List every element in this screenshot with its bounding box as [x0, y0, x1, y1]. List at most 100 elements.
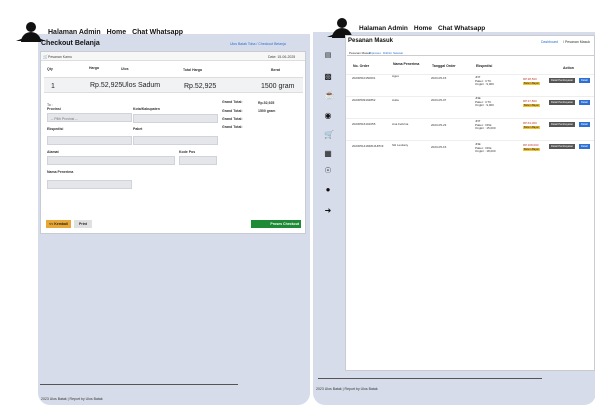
tab-selesai[interactable]: Selesai	[393, 51, 403, 55]
nav-admin-link[interactable]: Halaman Admin	[48, 29, 101, 36]
alamat-label: Alamat	[47, 150, 59, 154]
detail-button[interactable]: Detail	[579, 144, 590, 149]
grand-total-weight: 1500 gram	[258, 109, 276, 113]
nav-admin-link[interactable]: Halaman Admin	[359, 25, 408, 32]
row-no-order: 20230510150601	[352, 76, 376, 80]
table-row: 20230514184810UPDF Siti Lestiany 2023-05…	[346, 140, 594, 162]
nama-penerima-label: Nama Penerima	[47, 170, 74, 174]
page-title: Checkout Belanja	[41, 40, 100, 47]
dashboard-icon[interactable]: ▤	[324, 52, 332, 60]
row-ulos: Ulos Sadum	[122, 82, 161, 89]
row-no-order: 20230516191055	[352, 122, 376, 126]
breadcrumb-dashboard[interactable]: Dashboard	[541, 40, 558, 44]
detail-button[interactable]: Detail	[579, 100, 590, 105]
basket-icon[interactable]: ☕	[324, 91, 335, 100]
kodepos-input[interactable]	[179, 156, 217, 165]
grand-total-label-1: Grand Total:	[222, 100, 243, 104]
grand-total-label-4: Grand Total:	[222, 125, 243, 129]
row-ekspedisi: JNE Paket : CTC Ongkir : 9,000	[475, 96, 494, 108]
nama-penerima-input[interactable]	[47, 180, 132, 189]
right-footer: 2023 Ulos Batak | Report by Ulos Batak	[316, 387, 378, 391]
status-badge: Belum Bayar	[523, 104, 540, 107]
order-label: Pesanan Kamu	[48, 55, 72, 59]
row-no-order: 20230514184810UPDF	[352, 144, 384, 148]
tab-pesanan-masuk[interactable]: Pesanan Masuk	[349, 51, 371, 55]
row-nama: Agus	[392, 74, 399, 78]
kota-select[interactable]	[133, 114, 218, 123]
grand-total-label-3: Grand Total:	[222, 117, 243, 121]
table-row: 20230510150601 Agus 2023-05-15 JNT Paket…	[346, 74, 594, 96]
breadcrumb[interactable]: Ulos Batak Toba / Checkout Belanja	[230, 42, 286, 46]
row-nama: Aulia	[392, 98, 399, 102]
user-settings-icon[interactable]: ☉	[324, 167, 332, 175]
nav-chat-link[interactable]: Chat Whatsapp	[132, 29, 183, 36]
row-no-order: 20230509192852	[352, 98, 376, 102]
row-total: Rp.52,925	[184, 83, 217, 90]
filter-tabs: Pesanan Masuk Diproses Dikirim Selesai	[347, 50, 594, 56]
nav-home-link[interactable]: Home	[107, 29, 126, 36]
alamat-input[interactable]	[47, 156, 175, 165]
table-row: 1 Rp.52,925 Ulos Sadum Rp.52,925 1500 gr…	[44, 77, 303, 93]
page-title: Pesanan Masuk	[348, 38, 394, 44]
checkout-card: 🛒 Pesanan Kamu Date: 15-06-2025 Qty Harg…	[40, 51, 306, 234]
detail-pembayaran-button[interactable]: Detail Pembayaran	[549, 144, 576, 149]
col-total: Total Harga	[183, 68, 202, 72]
users-icon[interactable]: ●	[324, 186, 332, 194]
grand-total-label-2: Grand Total:	[222, 109, 243, 113]
status-badge: Belum Bayar	[523, 148, 540, 151]
nav-home-link[interactable]: Home	[414, 25, 432, 32]
grid-icon[interactable]: ▦	[324, 150, 332, 158]
detail-pembayaran-button[interactable]: Detail Pembayaran	[549, 100, 576, 105]
row-ekspedisi: JNT Paket : CTC Ongkir : 9,000	[475, 75, 494, 87]
ekspedisi-label: Ekspedisi	[47, 127, 64, 131]
kembali-button[interactable]: << Kembali	[46, 220, 71, 228]
row-tanggal: 2023-05-15	[431, 145, 447, 149]
nav-chat-link[interactable]: Chat Whatsapp	[438, 25, 485, 32]
row-nama: Siti Lestiany	[392, 143, 409, 147]
detail-pembayaran-button[interactable]: Detail Pembayaran	[549, 78, 576, 83]
breadcrumb-current: / Pesanan Masuk	[563, 40, 591, 44]
tab-dikirim[interactable]: Dikirim	[383, 51, 392, 55]
row-tanggal: 2023-05-07	[431, 98, 447, 102]
right-footer-line	[318, 378, 542, 379]
logout-icon[interactable]: ➜	[324, 207, 332, 215]
provinsi-value: -- Pilih Provinsi --	[51, 116, 78, 121]
col-action: Action	[563, 66, 574, 70]
left-footer: 2023 Ulos Batak | Report by Ulos Batak	[41, 397, 103, 401]
grand-total-price: Rp.52,925	[258, 101, 275, 105]
proses-checkout-button[interactable]: Proses Checkout	[251, 220, 301, 228]
status-badge: Belum Bayar	[523, 126, 540, 129]
col-harga: Harga	[89, 66, 99, 70]
left-footer-line	[40, 384, 238, 385]
table-row: 20230516191055 Ana Febrina 2023-05-23 JN…	[346, 118, 594, 140]
order-date: Date: 15-06-2025	[268, 55, 296, 59]
clipboard-icon[interactable]: ▩	[324, 73, 332, 81]
row-berat: 1500 gram	[261, 83, 295, 90]
row-harga: Rp.52,925	[90, 82, 123, 89]
row-ekspedisi: JNT Paket : OKE Ongkir : 15,000	[475, 119, 496, 131]
kodepos-label: Kode Pos	[179, 150, 196, 154]
camera-icon[interactable]: ◉	[324, 112, 332, 120]
row-tanggal: 2023-05-23	[431, 123, 447, 127]
table-row: 20230509192852 Aulia 2023-05-07 JNE Pake…	[346, 96, 594, 118]
detail-button[interactable]: Detail	[579, 78, 590, 83]
col-tanggal: Tanggal Order	[432, 64, 456, 68]
col-ekspedisi: Ekspedisi	[476, 64, 493, 68]
row-qty: 1	[51, 83, 55, 90]
detail-button[interactable]: Detail	[579, 122, 590, 127]
provinsi-select[interactable]: -- Pilih Provinsi --	[47, 113, 132, 122]
row-ekspedisi: JNE Paket : OKE Ongkir : 18,000	[475, 142, 496, 154]
col-no-order: No. Order	[353, 64, 370, 68]
detail-pembayaran-button[interactable]: Detail Pembayaran	[549, 122, 576, 127]
orders-card: Pesanan Masuk Dashboard / Pesanan Masuk …	[345, 35, 595, 371]
print-button[interactable]: Print	[74, 220, 92, 228]
col-ulos: Ulos	[121, 67, 129, 71]
row-nama: Ana Febrina	[392, 122, 409, 126]
tab-diproses[interactable]: Diproses	[369, 51, 381, 55]
paket-label: Paket	[133, 127, 143, 131]
row-tanggal: 2023-05-15	[431, 76, 447, 80]
paket-select[interactable]	[133, 136, 218, 145]
col-qty: Qty	[47, 67, 53, 71]
ekspedisi-select[interactable]	[47, 136, 132, 145]
cart-icon[interactable]: 🛒	[324, 131, 334, 139]
